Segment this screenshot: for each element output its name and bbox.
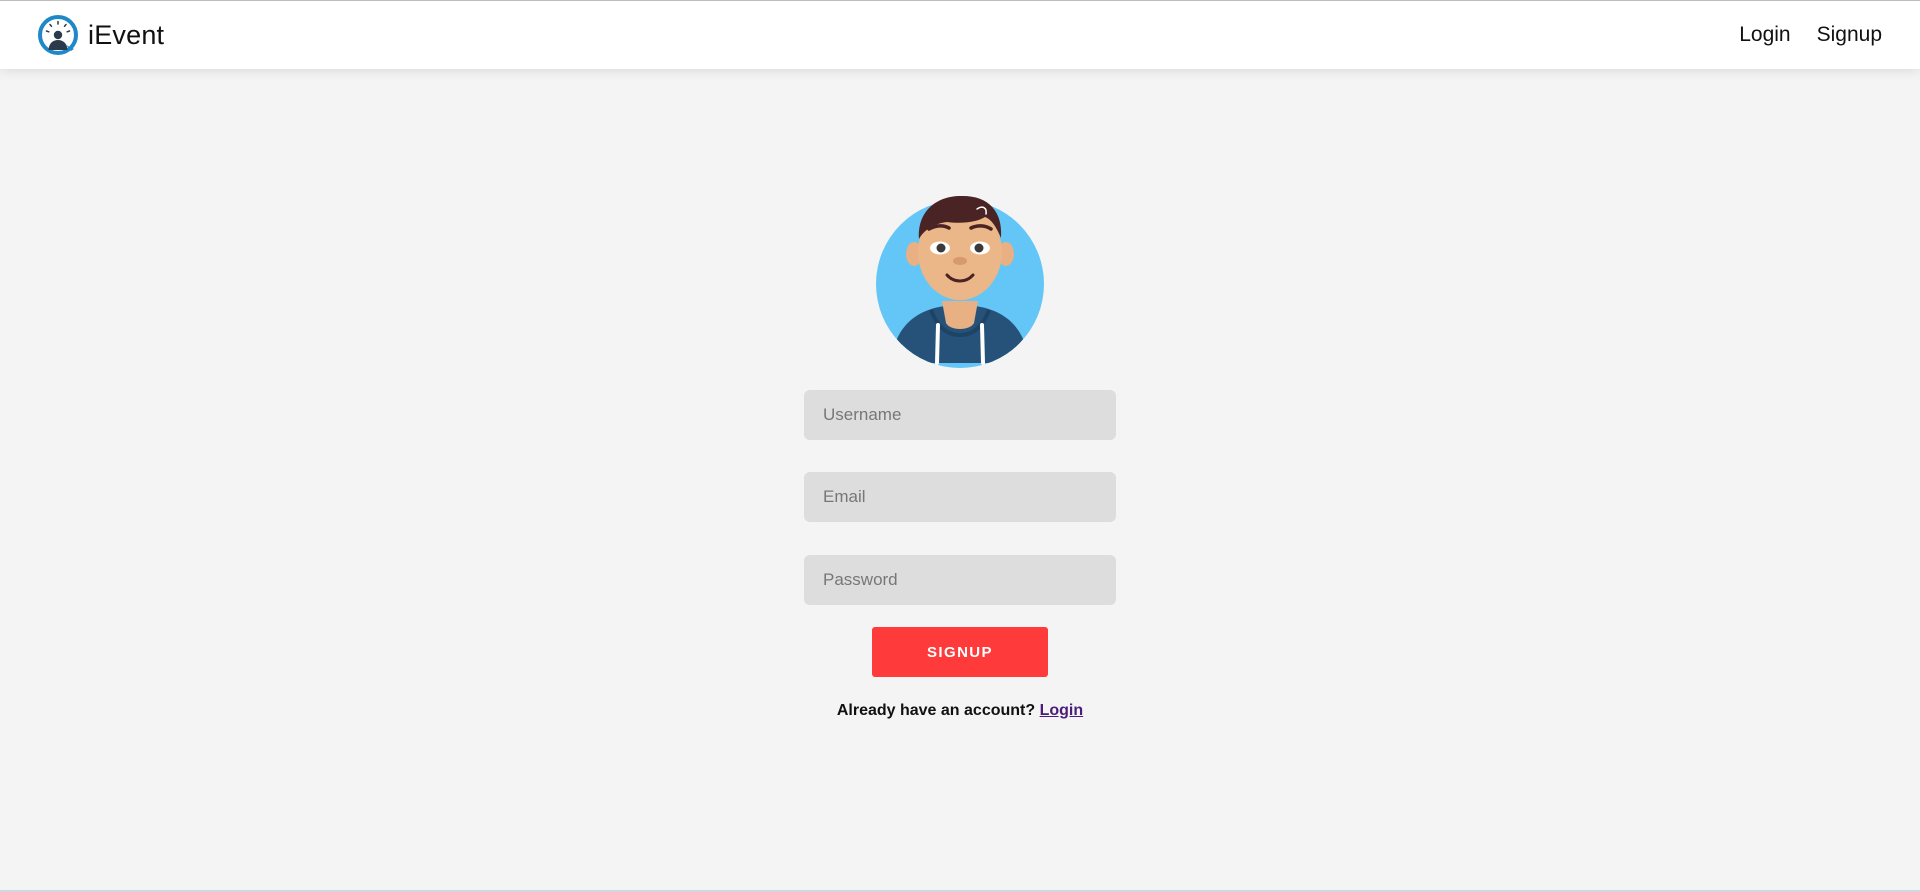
email-input[interactable]	[804, 472, 1116, 522]
login-link[interactable]: Login	[1040, 702, 1084, 719]
password-input[interactable]	[804, 555, 1116, 605]
nav-login-link[interactable]: Login	[1739, 23, 1790, 47]
top-navbar: iEvent Login Signup	[0, 0, 1920, 69]
nav-signup-link[interactable]: Signup	[1817, 23, 1882, 47]
ievent-logo-icon	[38, 15, 78, 55]
brand-name: iEvent	[88, 19, 165, 50]
user-avatar-icon	[876, 195, 1044, 368]
signup-button[interactable]: SIGNUP	[872, 627, 1048, 677]
nav-links: Login Signup	[1739, 23, 1882, 47]
username-input[interactable]	[804, 390, 1116, 440]
login-prompt: Already have an account? Login	[0, 702, 1920, 720]
account-prompt-text: Already have an account?	[836, 702, 1036, 719]
brand-home-link[interactable]: iEvent	[38, 15, 164, 55]
